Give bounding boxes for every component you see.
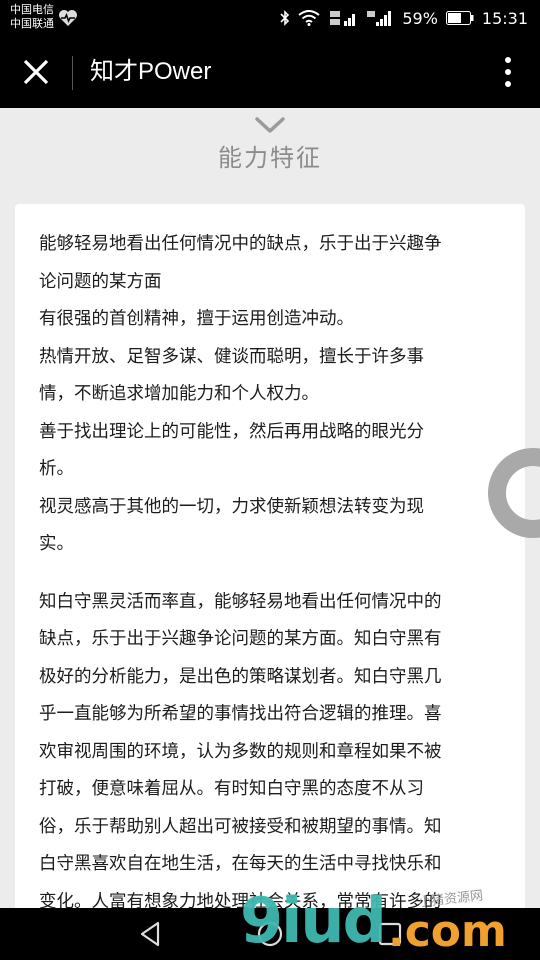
- text-line: 俗，乐于帮助别人超出可被接受和被期望的事情。知: [39, 816, 442, 837]
- text-line: 欢审视周围的环境，认为多数的规则和章程如果不被: [39, 741, 442, 762]
- chevron-down-icon[interactable]: [254, 116, 286, 134]
- more-vertical-icon-dot: [505, 57, 511, 63]
- more-menu-button[interactable]: [498, 54, 518, 90]
- section-title: 能力特征: [218, 144, 322, 172]
- status-icons: 59% 15:31: [280, 0, 528, 36]
- signal-2g-icon: [367, 11, 392, 26]
- page-title: 知才POwer: [90, 58, 212, 85]
- heart-icon: [59, 10, 77, 26]
- text-line: 缺点，乐于出于兴趣争论问题的某方面。知白守黑有: [39, 629, 442, 649]
- text-line: 打破，便意味着屈从。有时知白守黑的态度不从习: [39, 779, 424, 799]
- text-line: 热情开放、足智多谋、健谈而聪明，擅长于许多事: [39, 346, 424, 367]
- text-line: 有很强的首创精神，擅于运用创造冲动。: [39, 309, 354, 329]
- close-button[interactable]: [18, 54, 54, 90]
- carrier-1-label: 中国电信: [10, 3, 54, 16]
- text-line: 善于找出理论上的可能性，然后再用战略的眼光分: [39, 421, 424, 442]
- app-bar: 知才POwer: [0, 36, 540, 108]
- traits-summary: 能够轻易地看出任何情况中的缺点，乐于出于兴趣争 论问题的某方面 有很强的首创精神…: [39, 226, 503, 564]
- bluetooth-icon: [280, 10, 290, 26]
- traits-description: 知白守黑灵活而率直，能够轻易地看出任何情况中的 缺点，乐于出于兴趣争论问题的某方…: [39, 584, 503, 909]
- watermark-main-text: 9iud: [240, 884, 387, 957]
- app-bar-divider: [72, 56, 73, 90]
- status-bar: 中国电信 中国联通 59% 15:31: [0, 0, 540, 36]
- text-line: 白守黑喜欢自在地生活，在每天的生活中寻找快乐和: [39, 854, 442, 874]
- battery-percent: 59%: [402, 8, 438, 28]
- carrier-2-label: 中国联通: [10, 17, 54, 30]
- more-vertical-icon-dot: [505, 69, 511, 75]
- text-line: 知白守黑灵活而率直，能够轻易地看出任何情况中的: [39, 591, 442, 612]
- text-line: 析。: [39, 459, 74, 479]
- signal-4g-icon: [330, 11, 356, 26]
- battery-icon: [445, 11, 474, 25]
- watermark-suffix-text: .com: [388, 906, 507, 957]
- traits-card: 能够轻易地看出任何情况中的缺点，乐于出于兴趣争 论问题的某方面 有很强的首创精神…: [15, 204, 525, 908]
- text-line: 能够轻易地看出任何情况中的缺点，乐于出于兴趣争: [39, 234, 442, 254]
- text-line: 情，不断追求增加能力和个人权力。: [39, 384, 319, 404]
- text-line: 论问题的某方面: [39, 271, 162, 292]
- watermark-logo: 9iud .com 小猪资源网: [240, 886, 540, 960]
- text-line: 视灵感高于其他的一切，力求使新颖想法转变为现: [39, 496, 424, 517]
- content-area[interactable]: 能力特征 能够轻易地看出任何情况中的缺点，乐于出于兴趣争 论问题的某方面 有很强…: [0, 108, 540, 908]
- close-icon: [23, 59, 49, 85]
- back-triangle-icon[interactable]: [136, 920, 164, 948]
- clock: 15:31: [481, 8, 528, 28]
- wifi-icon: [298, 10, 320, 26]
- more-vertical-icon-dot: [505, 81, 511, 87]
- carrier-labels: 中国电信 中国联通: [10, 3, 54, 31]
- text-line: 实。: [39, 534, 74, 554]
- text-line: 极好的分析能力，是出色的策略谋划者。知白守黑几: [39, 666, 442, 687]
- text-line: 乎一直能够为所希望的事情找出符合逻辑的推理。喜: [39, 704, 442, 724]
